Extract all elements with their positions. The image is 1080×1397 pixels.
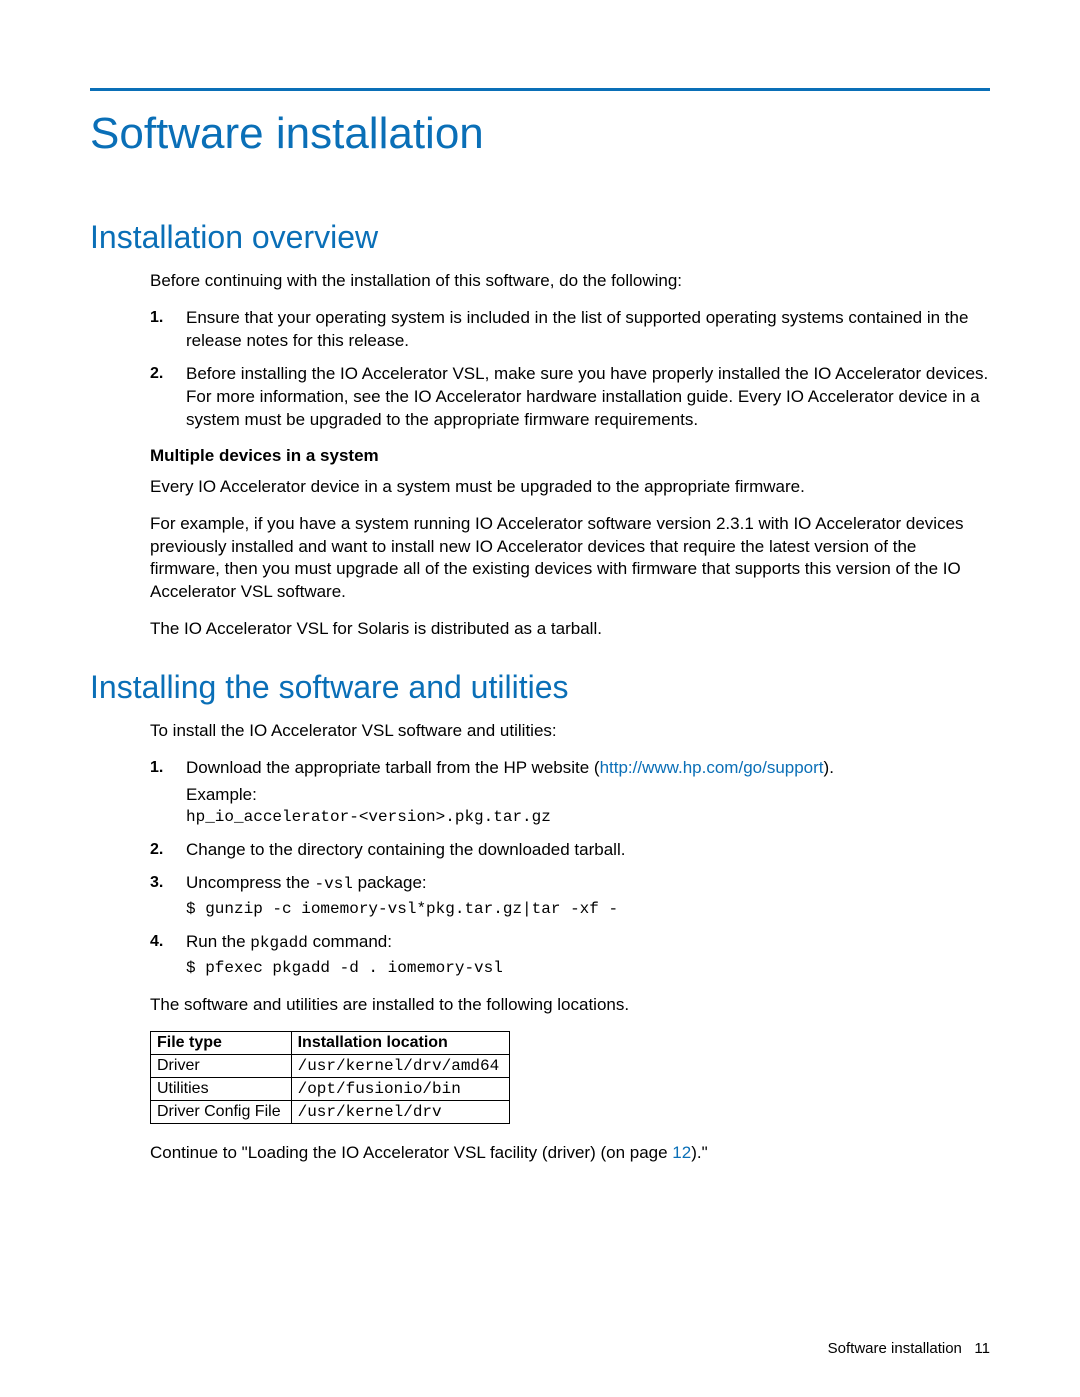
step-number: 1.: [150, 757, 163, 779]
step-text: Before installing the IO Accelerator VSL…: [186, 364, 988, 429]
step-text-pre: Download the appropriate tarball from th…: [186, 758, 600, 777]
step-number: 2.: [150, 839, 163, 861]
section-installation-overview-heading: Installation overview: [90, 219, 990, 256]
inline-code: -vsl: [315, 875, 353, 893]
step-text-post: ).: [824, 758, 834, 777]
overview-steps: 1. Ensure that your operating system is …: [150, 307, 990, 432]
install-step-4: 4. Run the pkgadd command: $ pfexec pkga…: [150, 931, 990, 980]
footer-label: Software installation: [828, 1340, 962, 1357]
continue-text: Continue to "Loading the IO Accelerator …: [150, 1142, 990, 1165]
cell-file-type: Utilities: [151, 1077, 292, 1100]
multiple-devices-para3: The IO Accelerator VSL for Solaris is di…: [150, 618, 990, 641]
table-header-row: File type Installation location: [151, 1031, 510, 1054]
col-file-type: File type: [151, 1031, 292, 1054]
install-step-2: 2. Change to the directory containing th…: [150, 839, 990, 862]
step-number: 2.: [150, 363, 163, 385]
continue-post: ).": [691, 1143, 707, 1162]
top-rule: [90, 88, 990, 91]
multiple-devices-para2: For example, if you have a system runnin…: [150, 513, 990, 605]
install-locations-table: File type Installation location Driver /…: [150, 1031, 510, 1124]
install-step-1: 1. Download the appropriate tarball from…: [150, 757, 990, 828]
cell-file-type: Driver: [151, 1054, 292, 1077]
step-text: Change to the directory containing the d…: [186, 840, 625, 859]
cell-location: /opt/fusionio/bin: [291, 1077, 510, 1100]
section-installing-software-heading: Installing the software and utilities: [90, 669, 990, 706]
install-locations-intro: The software and utilities are installed…: [150, 994, 990, 1017]
inline-code: pkgadd: [250, 934, 308, 952]
command-line: $ pfexec pkgadd -d . iomemory-vsl: [186, 958, 990, 980]
overview-intro: Before continuing with the installation …: [150, 270, 990, 293]
overview-step-2: 2. Before installing the IO Accelerator …: [150, 363, 990, 432]
col-install-location: Installation location: [291, 1031, 510, 1054]
install-step-3: 3. Uncompress the -vsl package: $ gunzip…: [150, 872, 990, 921]
footer-page-number: 11: [974, 1340, 990, 1357]
multiple-devices-para1: Every IO Accelerator device in a system …: [150, 476, 990, 499]
page-footer: Software installation 11: [828, 1340, 990, 1357]
table-row: Driver Config File /usr/kernel/drv: [151, 1100, 510, 1123]
multiple-devices-heading: Multiple devices in a system: [150, 446, 990, 466]
table-row: Utilities /opt/fusionio/bin: [151, 1077, 510, 1100]
example-label: Example:: [186, 784, 990, 807]
page-title: Software installation: [90, 109, 990, 159]
step-text-pre: Run the: [186, 932, 250, 951]
hp-support-link[interactable]: http://www.hp.com/go/support: [600, 758, 824, 777]
install-intro: To install the IO Accelerator VSL softwa…: [150, 720, 990, 743]
cell-location: /usr/kernel/drv/amd64: [291, 1054, 510, 1077]
cell-location: /usr/kernel/drv: [291, 1100, 510, 1123]
example-code: hp_io_accelerator-<version>.pkg.tar.gz: [186, 807, 990, 829]
page-link[interactable]: 12: [672, 1143, 691, 1162]
overview-step-1: 1. Ensure that your operating system is …: [150, 307, 990, 353]
command-line: $ gunzip -c iomemory-vsl*pkg.tar.gz|tar …: [186, 899, 990, 921]
cell-file-type: Driver Config File: [151, 1100, 292, 1123]
step-text-pre: Uncompress the: [186, 873, 315, 892]
step-number: 4.: [150, 931, 163, 953]
continue-pre: Continue to "Loading the IO Accelerator …: [150, 1143, 672, 1162]
step-number: 1.: [150, 307, 163, 329]
step-text: Ensure that your operating system is inc…: [186, 308, 968, 350]
step-text-post: command:: [308, 932, 392, 951]
step-text-post: package:: [353, 873, 427, 892]
page: Software installation Installation overv…: [0, 0, 1080, 1397]
example-block: Example: hp_io_accelerator-<version>.pkg…: [186, 784, 990, 829]
install-steps: 1. Download the appropriate tarball from…: [150, 757, 990, 980]
step-number: 3.: [150, 872, 163, 894]
table-row: Driver /usr/kernel/drv/amd64: [151, 1054, 510, 1077]
